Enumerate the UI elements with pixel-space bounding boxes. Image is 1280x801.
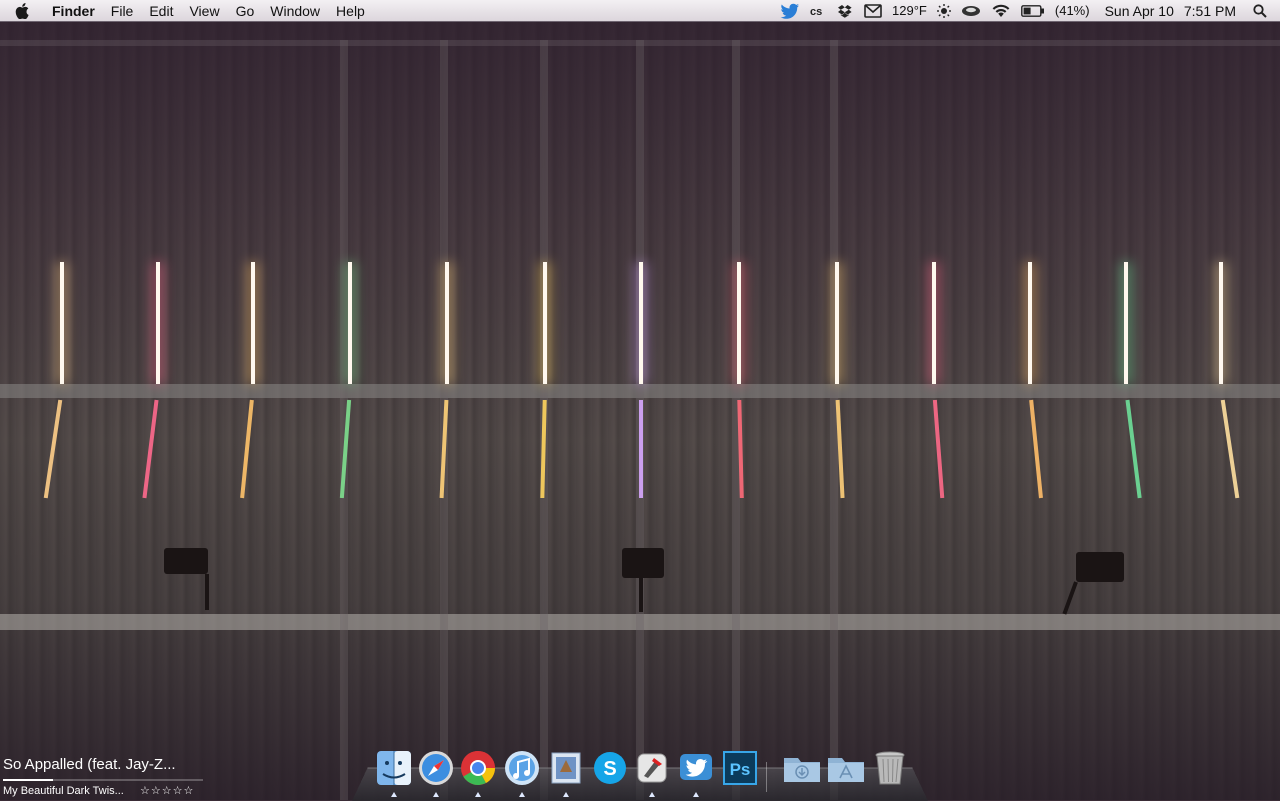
menu-go[interactable]: Go (228, 0, 263, 22)
dock-downloads-folder[interactable] (782, 748, 822, 788)
neon-tube (251, 262, 255, 384)
now-playing-progress-fill (3, 779, 53, 781)
now-playing-track: So Appalled (feat. Jay-Z... (3, 756, 176, 773)
neon-tube-reflection (144, 400, 156, 498)
twitter-icon[interactable] (775, 3, 805, 19)
dock-skype[interactable]: S (590, 748, 630, 788)
now-playing-rating[interactable]: ☆☆☆☆☆ (140, 784, 194, 797)
menu-help[interactable]: Help (328, 0, 373, 22)
svg-text:Ps: Ps (730, 760, 751, 779)
dock: S Ps (352, 744, 928, 800)
skype-icon: S (592, 750, 628, 786)
dock-applications-folder[interactable] (826, 748, 866, 788)
neon-tube (156, 262, 160, 384)
dropbox-icon[interactable] (833, 4, 859, 18)
neon-tube (932, 262, 936, 384)
running-indicator (475, 792, 481, 797)
menu-file[interactable]: File (103, 0, 142, 22)
dock-finder[interactable] (374, 748, 414, 788)
coffee-cup-icon[interactable] (956, 4, 986, 18)
date-text[interactable]: Sun Apr 10 (1095, 0, 1179, 22)
dock-separator (766, 762, 767, 792)
menu-window[interactable]: Window (262, 0, 328, 22)
svg-text:cs: cs (810, 6, 822, 17)
applications-folder-icon (826, 750, 866, 786)
neon-tube (445, 262, 449, 384)
running-indicator (519, 792, 525, 797)
neon-tube (1028, 262, 1032, 384)
desktop-wallpaper (0, 0, 1280, 800)
spotlight-icon[interactable] (1241, 4, 1272, 18)
neon-tube (1219, 262, 1223, 384)
menu-bar: Finder File Edit View Go Window Help cs … (0, 0, 1280, 22)
now-playing-album: My Beautiful Dark Twis... (3, 785, 124, 797)
svg-text:S: S (603, 758, 616, 780)
chrome-icon (460, 750, 496, 786)
dock-itunes[interactable] (502, 748, 542, 788)
menu-view[interactable]: View (181, 0, 227, 22)
neon-tube-reflection (1127, 400, 1139, 498)
neon-tube (737, 262, 741, 384)
neon-tube-reflection (838, 400, 843, 498)
neon-tube (348, 262, 352, 384)
lastfm-icon[interactable]: cs (805, 5, 833, 17)
battery-icon[interactable] (1016, 5, 1050, 17)
neon-tube-reflection (242, 400, 252, 498)
wifi-icon[interactable] (986, 3, 1016, 18)
neon-tube-reflection (46, 400, 61, 498)
dock-mail[interactable] (546, 748, 586, 788)
neon-tube-reflection (542, 400, 544, 498)
gmail-icon[interactable] (859, 4, 887, 18)
safari-icon (418, 750, 454, 786)
neon-tube-reflection (1031, 400, 1041, 498)
neon-tube-reflection (935, 400, 942, 498)
trash-icon (873, 749, 907, 787)
brightness-icon[interactable] (932, 4, 956, 18)
menu-app-name[interactable]: Finder (44, 0, 103, 22)
now-playing-progress-bar[interactable] (3, 779, 203, 781)
dock-sparrow[interactable] (632, 748, 672, 788)
photoshop-icon: Ps (722, 750, 758, 786)
sparrow-icon (634, 750, 670, 786)
menu-edit[interactable]: Edit (141, 0, 181, 22)
running-indicator (649, 792, 655, 797)
itunes-icon (504, 750, 540, 786)
clock-text[interactable]: 7:51 PM (1179, 0, 1241, 22)
dock-photoshop[interactable]: Ps (720, 748, 760, 788)
running-indicator (433, 792, 439, 797)
neon-tube (60, 262, 64, 384)
running-indicator (563, 792, 569, 797)
twitter-app-icon (678, 750, 714, 786)
battery-percent-text[interactable]: (41%) (1050, 0, 1095, 22)
downloads-folder-icon (782, 750, 822, 786)
apple-menu-icon[interactable] (0, 0, 44, 22)
now-playing-widget[interactable]: So Appalled (feat. Jay-Z... My Beautiful… (0, 752, 208, 800)
neon-tube (1124, 262, 1128, 384)
neon-tube-reflection (1223, 400, 1238, 498)
dock-chrome[interactable] (458, 748, 498, 788)
dock-trash[interactable] (870, 748, 910, 788)
neon-tube (835, 262, 839, 384)
dock-safari[interactable] (416, 748, 456, 788)
dock-twitter[interactable] (676, 748, 716, 788)
finder-icon (376, 750, 412, 786)
temperature-text[interactable]: 129°F (887, 0, 932, 22)
neon-tube (543, 262, 547, 384)
mail-icon (548, 750, 584, 786)
running-indicator (693, 792, 699, 797)
running-indicator (391, 792, 397, 797)
neon-tube-reflection (739, 400, 741, 498)
neon-tube (639, 262, 643, 384)
